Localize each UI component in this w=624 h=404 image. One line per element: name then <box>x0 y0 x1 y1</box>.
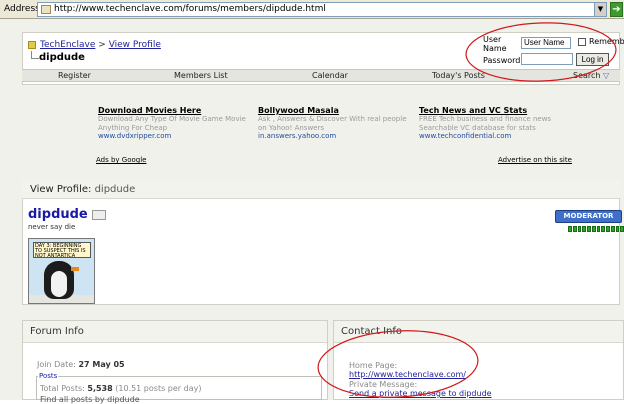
section-title-label: View Profile <box>30 184 89 195</box>
login-button[interactable]: Log in <box>576 53 609 66</box>
advertise-link[interactable]: Advertise on this site <box>498 156 572 164</box>
reputation-pip <box>577 226 582 232</box>
remember-me-checkbox[interactable] <box>578 38 586 46</box>
ad-text: Ask , Answers & Discover With real peopl… <box>258 115 407 123</box>
penguin-belly <box>51 271 67 297</box>
user-title: never say die <box>28 223 76 231</box>
forum-info-header: Forum Info <box>23 321 327 343</box>
avatar-caption: DAY 3: BEGINNING TO SUSPECT THIS IS NOT … <box>33 242 91 259</box>
nav-search-label: Search <box>573 71 601 80</box>
ad-title-link[interactable]: Tech News and VC Stats <box>419 106 527 115</box>
chevron-down-icon: ▽ <box>603 71 610 80</box>
password-input[interactable] <box>521 53 573 65</box>
forum-home-icon <box>28 41 36 49</box>
moderator-badge: MODERATOR <box>555 210 622 223</box>
nav-calendar[interactable]: Calendar <box>312 71 348 80</box>
reputation-pip <box>606 226 610 232</box>
address-url: http://www.techenclave.com/forums/member… <box>54 4 326 14</box>
total-posts-value: 5,538 <box>87 384 113 393</box>
username-input[interactable]: User Name <box>521 37 571 49</box>
send-private-message-link[interactable]: Send a private message to dipdude <box>349 389 492 398</box>
join-date-label: Join Date: <box>37 360 76 369</box>
posts-legend: Posts <box>38 372 59 380</box>
section-title: View Profile: dipdude <box>30 184 136 195</box>
ads-by-google-link[interactable]: Ads by Google <box>96 156 146 164</box>
profile-username: dipdude <box>28 207 88 222</box>
home-page-link[interactable]: http://www.techenclave.com/ <box>349 370 466 379</box>
ad-url-link[interactable]: www.dvdxripper.com <box>98 132 171 140</box>
posts-per-day: (10.51 posts per day) <box>115 384 202 393</box>
reputation-pip <box>610 226 615 232</box>
ad-text: Download Any Type Of Movie Game Movie <box>98 115 246 123</box>
nav-register[interactable]: Register <box>58 71 91 80</box>
forum-navbar: Register Members List Calendar Today's P… <box>22 69 620 82</box>
breadcrumb-home-link[interactable]: TechEnclave <box>40 40 95 50</box>
contact-info-title: Contact Info <box>341 326 403 337</box>
reputation-pip <box>587 226 591 232</box>
total-posts-label: Total Posts: <box>40 384 85 393</box>
page-title: dipdude <box>39 52 85 63</box>
section-title-user: dipdude <box>94 184 136 195</box>
address-dropdown-icon[interactable]: ▼ <box>594 3 606 16</box>
username-label: User Name <box>483 35 507 53</box>
go-arrow-icon[interactable]: ➔ <box>610 2 623 17</box>
join-date: Join Date: 27 May 05 <box>37 360 125 369</box>
breadcrumb-separator: > <box>98 40 106 50</box>
remember-me-label: Remember <box>589 37 624 46</box>
home-page-label: Home Page: <box>349 361 398 370</box>
view-profile-header: View Profile: dipdude <box>22 180 620 199</box>
address-bar: Address http://www.techenclave.com/forum… <box>0 0 624 19</box>
reputation-pip <box>591 226 596 232</box>
nav-todays-posts[interactable]: Today's Posts <box>432 71 485 80</box>
ad-url-link[interactable]: www.techconfidential.com <box>419 132 511 140</box>
reputation-pip <box>620 226 624 232</box>
reputation-pip <box>601 226 605 232</box>
page-favicon-icon <box>41 5 51 14</box>
penguin-beak <box>71 267 79 271</box>
reputation-pip <box>582 226 586 232</box>
ad-url-link[interactable]: in.answers.yahoo.com <box>258 132 336 140</box>
reputation-pip <box>596 226 601 232</box>
avatar: DAY 3: BEGINNING TO SUSPECT THIS IS NOT … <box>28 238 95 304</box>
tree-connector-icon <box>31 51 39 59</box>
reputation-pip <box>568 226 572 232</box>
nav-members-list[interactable]: Members List <box>174 71 228 80</box>
ad-title-link[interactable]: Bollywood Masala <box>258 106 339 115</box>
reputation-pip <box>572 226 577 232</box>
private-message-label: Private Message: <box>349 380 418 389</box>
reputation-pip <box>615 226 620 232</box>
forum-info-title: Forum Info <box>30 326 84 337</box>
contact-info-header: Contact Info <box>334 321 623 343</box>
join-date-value: 27 May 05 <box>78 360 125 369</box>
reputation-bar <box>568 226 624 232</box>
address-label: Address <box>4 4 40 14</box>
password-label: Password <box>483 56 521 65</box>
user-status-icon <box>92 210 106 220</box>
breadcrumb-current-link[interactable]: View Profile <box>109 40 161 50</box>
ad-text: FREE Tech business and finance news <box>419 115 552 123</box>
nav-search[interactable]: Search ▽ <box>573 71 609 80</box>
address-input[interactable]: http://www.techenclave.com/forums/member… <box>37 2 607 17</box>
ad-title-link[interactable]: Download Movies Here <box>98 106 201 115</box>
total-posts: Total Posts: 5,538 (10.51 posts per day) <box>40 384 201 393</box>
breadcrumb: TechEnclave > View Profile <box>40 40 161 50</box>
